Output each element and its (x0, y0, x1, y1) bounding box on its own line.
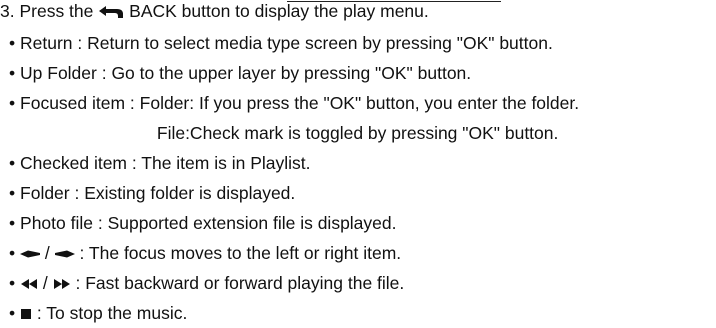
left-arrow-icon (20, 249, 41, 259)
bullet: • (9, 33, 16, 53)
icon-separator: / (42, 273, 48, 293)
list-item-rewind-forward: • / : Fast backward or forward playing t… (9, 272, 404, 294)
list-item-text: Up Folder : Go to the upper layer by pre… (20, 63, 472, 83)
heading-prefix: 3. Press the (0, 1, 94, 21)
list-item-text: : To stop the music. (36, 303, 188, 323)
manual-section: 3. Press the BACK button to display the … (0, 0, 716, 328)
list-item-up-folder: • Up Folder : Go to the upper layer by p… (9, 62, 471, 84)
bullet: • (9, 213, 16, 233)
bullet: • (9, 183, 16, 203)
list-item-text: Photo file : Supported extension file is… (20, 213, 397, 233)
fast-forward-icon (53, 278, 71, 290)
list-item-focused-item: • Focused item : Folder: If you press th… (9, 92, 579, 114)
bullet: • (9, 153, 16, 173)
bullet: • (9, 93, 16, 113)
list-item-text: Folder : Existing folder is displayed. (20, 183, 296, 203)
list-item-checked-item: • Checked item : The item is in Playlist… (9, 152, 311, 174)
list-item-stop: • : To stop the music. (9, 302, 187, 324)
list-item-folder: • Folder : Existing folder is displayed. (9, 182, 295, 204)
list-item-focused-item-file: File:Check mark is toggled by pressing "… (152, 122, 559, 144)
back-arrow-icon (98, 4, 124, 20)
list-item-text: : The focus moves to the left or right i… (79, 243, 402, 263)
list-item-photo-file: • Photo file : Supported extension file … (9, 212, 397, 234)
stop-icon (20, 308, 32, 320)
bullet: • (9, 243, 16, 263)
heading-step-3: 3. Press the BACK button to display the … (0, 0, 429, 22)
icon-separator: / (44, 243, 50, 263)
list-item-left-right: • / : The focus moves to the left or rig… (9, 242, 401, 264)
rewind-icon (20, 278, 38, 290)
list-item-text: : Fast backward or forward playing the f… (75, 273, 405, 293)
list-item-return: • Return : Return to select media type s… (9, 32, 553, 54)
list-item-text: Return : Return to select media type scr… (20, 33, 553, 53)
list-item-text: File:Check mark is toggled by pressing "… (156, 123, 559, 143)
bullet: • (9, 303, 16, 323)
right-arrow-icon (54, 249, 75, 259)
heading-suffix: BACK button to display the play menu. (129, 1, 429, 21)
list-item-text: Checked item : The item is in Playlist. (20, 153, 311, 173)
bullet: • (9, 273, 16, 293)
list-item-text: Focused item : Folder: If you press the … (20, 93, 580, 113)
bullet: • (9, 63, 16, 83)
